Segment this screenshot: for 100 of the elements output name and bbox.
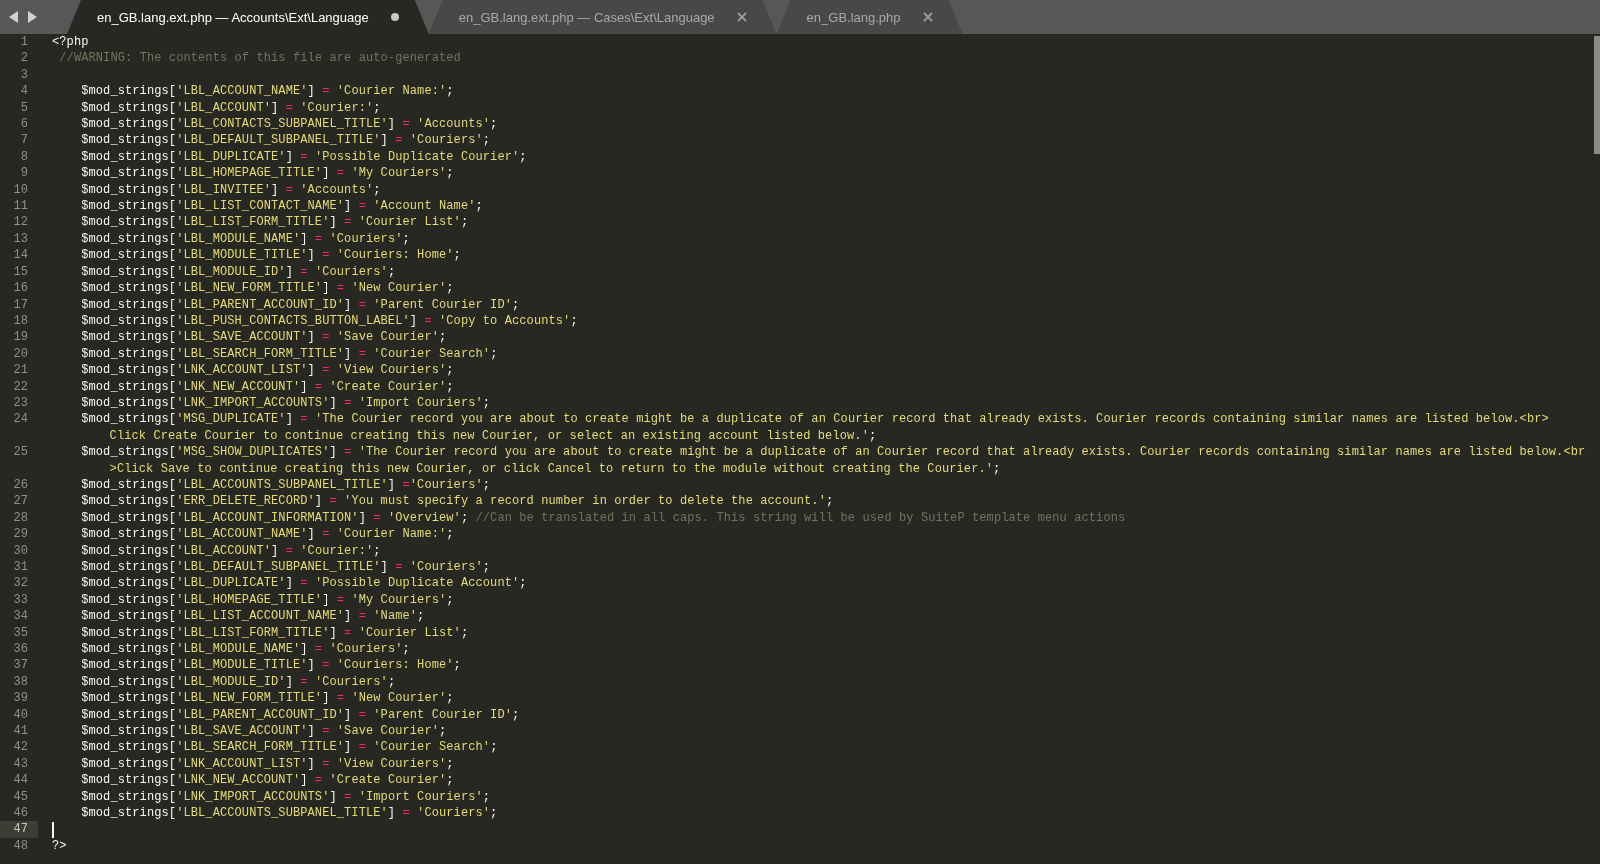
line-number: 38 <box>13 673 28 691</box>
line-number: 5 <box>20 99 28 117</box>
line-number: 18 <box>13 312 28 330</box>
line-number: 6 <box>20 116 28 133</box>
code-line: $mod_strings['LBL_ACCOUNTS_SUBPANEL_TITLE'] ='Couriers'; <box>80 476 491 494</box>
line-number: 21 <box>13 362 28 379</box>
line-number: 27 <box>13 493 28 510</box>
line-number: 15 <box>13 263 28 281</box>
code-line: $mod_strings['LBL_HOMEPAGE_TITLE'] = 'My Couriers'; <box>80 591 454 609</box>
code-line: $mod_strings['LBL_ACCOUNT_NAME'] = 'Courier Name:'; <box>80 83 454 100</box>
close-icon[interactable] <box>736 12 747 22</box>
code-line: $mod_strings['LBL_LIST_FORM_TITLE'] = 'Courier List'; <box>80 214 469 231</box>
code-line: $mod_strings['LBL_DUPLICATE'] = 'Possible Duplicate Courier'; <box>80 148 527 166</box>
code-line: $mod_strings['LBL_MODULE_NAME'] = 'Couriers'; <box>80 640 410 658</box>
line-number: 12 <box>13 214 28 231</box>
line-number: 1 <box>20 34 28 51</box>
code-line: $mod_strings['LBL_ACCOUNT_INFORMATION'] = 'Overview'; //Can be translated in all caps. This string will be used by SuiteP template menu actions <box>80 509 1126 527</box>
code-line: $mod_strings['LBL_DEFAULT_SUBPANEL_TITLE'] = 'Couriers'; <box>80 132 491 149</box>
line-number: 13 <box>13 230 28 248</box>
code-line: $mod_strings['LBL_ACCOUNT'] = 'Courier:'; <box>80 542 381 559</box>
line-number: 31 <box>13 558 28 576</box>
line-number: 11 <box>13 198 28 215</box>
line-number: 2 <box>20 50 28 67</box>
code-line: $mod_strings['LBL_LIST_ACCOUNT_NAME'] = 'Name'; <box>80 608 425 625</box>
code-line: $mod_strings['LBL_PARENT_ACCOUNT_ID'] = 'Parent Courier ID'; <box>80 706 520 723</box>
code-line: >Click Save to continue creating this new Courier, or click Cancel to return to the module without creating the Courier.'; <box>109 460 1001 477</box>
line-number: 45 <box>13 788 28 806</box>
code-line: $mod_strings['LNK_ACCOUNT_LIST'] = 'View Couriers'; <box>80 755 454 773</box>
code-line: $mod_strings['LBL_PARENT_ACCOUNT_ID'] = 'Parent Courier ID'; <box>80 296 520 313</box>
close-icon[interactable] <box>922 12 933 22</box>
code-line: $mod_strings['LBL_CONTACTS_SUBPANEL_TITLE'] = 'Accounts'; <box>80 116 498 133</box>
line-number: 22 <box>13 378 28 395</box>
code-line: ?> <box>52 837 67 855</box>
code-line: $mod_strings['MSG_SHOW_DUPLICATES'] = 'The Courier record you are about to create might be a duplicate of an Courier record that already exists. Courier records containing similar names are listed below.<br <box>80 444 1586 461</box>
line-number: 32 <box>13 575 28 592</box>
line-number: 39 <box>13 690 28 707</box>
code-line: $mod_strings['LBL_LIST_CONTACT_NAME'] = 'Account Name'; <box>80 198 483 215</box>
file-tab[interactable]: en_GB.lang.ext.php — Cases\Ext\Language <box>428 0 777 34</box>
line-number: 40 <box>13 706 28 723</box>
line-number: 46 <box>13 805 28 822</box>
line-number: 37 <box>13 657 28 674</box>
line-number: 19 <box>13 329 28 346</box>
code-line: $mod_strings['LNK_IMPORT_ACCOUNTS'] = 'Import Couriers'; <box>80 788 491 806</box>
code-line: $mod_strings['ERR_DELETE_RECORD'] = 'You must specify a record number in order to delete the account.'; <box>80 493 834 510</box>
code-line: $mod_strings['LBL_HOMEPAGE_TITLE'] = 'My Couriers'; <box>80 165 454 182</box>
code-line: Click Create Courier to continue creating this new Courier, or select an existing account listed below.'; <box>109 427 877 445</box>
forward-arrow-icon[interactable] <box>27 11 37 23</box>
line-number: 23 <box>13 394 28 412</box>
code-line: <?php <box>52 34 89 51</box>
code-line: $mod_strings['LBL_SAVE_ACCOUNT'] = 'Save Courier'; <box>80 329 447 346</box>
line-number: 29 <box>13 526 28 543</box>
code-line: $mod_strings['LBL_LIST_FORM_TITLE'] = 'Courier List'; <box>80 624 469 641</box>
code-line: $mod_strings['LBL_MODULE_ID'] = 'Couriers'; <box>80 263 396 281</box>
line-number: 35 <box>13 624 28 641</box>
code-line: $mod_strings['LNK_NEW_ACCOUNT'] = 'Create Courier'; <box>80 378 454 395</box>
code-line: $mod_strings['LBL_MODULE_ID'] = 'Couriers'; <box>80 673 396 691</box>
code-line: $mod_strings['LBL_DEFAULT_SUBPANEL_TITLE'] = 'Couriers'; <box>80 558 491 576</box>
line-number: 17 <box>13 296 28 313</box>
code-line: $mod_strings['LBL_MODULE_TITLE'] = 'Couriers: Home'; <box>80 247 461 264</box>
back-arrow-icon[interactable] <box>9 11 19 23</box>
text-cursor <box>52 821 54 838</box>
line-number: 4 <box>20 83 28 100</box>
code-line: $mod_strings['LBL_DUPLICATE'] = 'Possible Duplicate Account'; <box>80 575 527 592</box>
code-line: $mod_strings['LNK_IMPORT_ACCOUNTS'] = 'Import Couriers'; <box>80 394 491 412</box>
code-line: $mod_strings['LBL_ACCOUNTS_SUBPANEL_TITLE'] = 'Couriers'; <box>80 805 498 822</box>
code-line: $mod_strings['LBL_ACCOUNT'] = 'Courier:'; <box>80 99 381 117</box>
code-line: $mod_strings['MSG_DUPLICATE'] = 'The Courier record you are about to create might be a duplicate of an Courier record that already exists. Courier records containing similar names are listed below.<br> <box>80 411 1549 428</box>
line-number: 10 <box>13 181 28 199</box>
code-line: $mod_strings['LBL_MODULE_NAME'] = 'Couriers'; <box>80 230 410 248</box>
code-line: $mod_strings['LBL_NEW_FORM_TITLE'] = 'New Courier'; <box>80 690 454 707</box>
line-number: 26 <box>13 476 28 494</box>
code-line: $mod_strings['LBL_ACCOUNT_NAME'] = 'Courier Name:'; <box>80 526 454 543</box>
code-line: $mod_strings['LBL_PUSH_CONTACTS_BUTTON_LABEL'] = 'Copy to Accounts'; <box>80 312 578 330</box>
code-line: $mod_strings['LBL_INVITEE'] = 'Accounts'; <box>80 181 381 199</box>
file-tab[interactable]: en_GB.lang.ext.php — Accounts\Ext\Language <box>67 0 429 34</box>
code-line: //WARNING: The contents of this file are auto-generated <box>58 50 461 67</box>
file-tab[interactable]: en_GB.lang.php <box>776 0 963 34</box>
code-line: $mod_strings['LBL_SAVE_ACCOUNT'] = 'Save Courier'; <box>80 723 447 740</box>
line-number: 36 <box>13 640 28 658</box>
line-number: 24 <box>13 411 28 428</box>
line-number: 8 <box>20 148 28 166</box>
line-number: 34 <box>13 608 28 625</box>
line-number: 47 <box>13 821 28 838</box>
code-line: $mod_strings['LBL_MODULE_TITLE'] = 'Couriers: Home'; <box>80 657 461 674</box>
line-number: 48 <box>13 837 28 855</box>
line-number: 9 <box>20 165 28 182</box>
line-number: 20 <box>13 345 28 363</box>
code-line: $mod_strings['LBL_SEARCH_FORM_TITLE'] = 'Courier Search'; <box>80 739 498 756</box>
line-number: 43 <box>13 755 28 773</box>
line-number: 25 <box>13 444 28 461</box>
code-line: $mod_strings['LBL_SEARCH_FORM_TITLE'] = 'Courier Search'; <box>80 345 498 363</box>
line-number: 28 <box>13 509 28 527</box>
line-number: 16 <box>13 280 28 297</box>
line-number: 44 <box>13 772 28 789</box>
unsaved-dot-icon[interactable] <box>390 13 399 21</box>
code-line: $mod_strings['LNK_NEW_ACCOUNT'] = 'Create Courier'; <box>80 772 454 789</box>
line-number: 14 <box>13 247 28 264</box>
line-number: 3 <box>20 66 28 84</box>
line-number: 7 <box>20 132 28 149</box>
line-number: 33 <box>13 591 28 609</box>
